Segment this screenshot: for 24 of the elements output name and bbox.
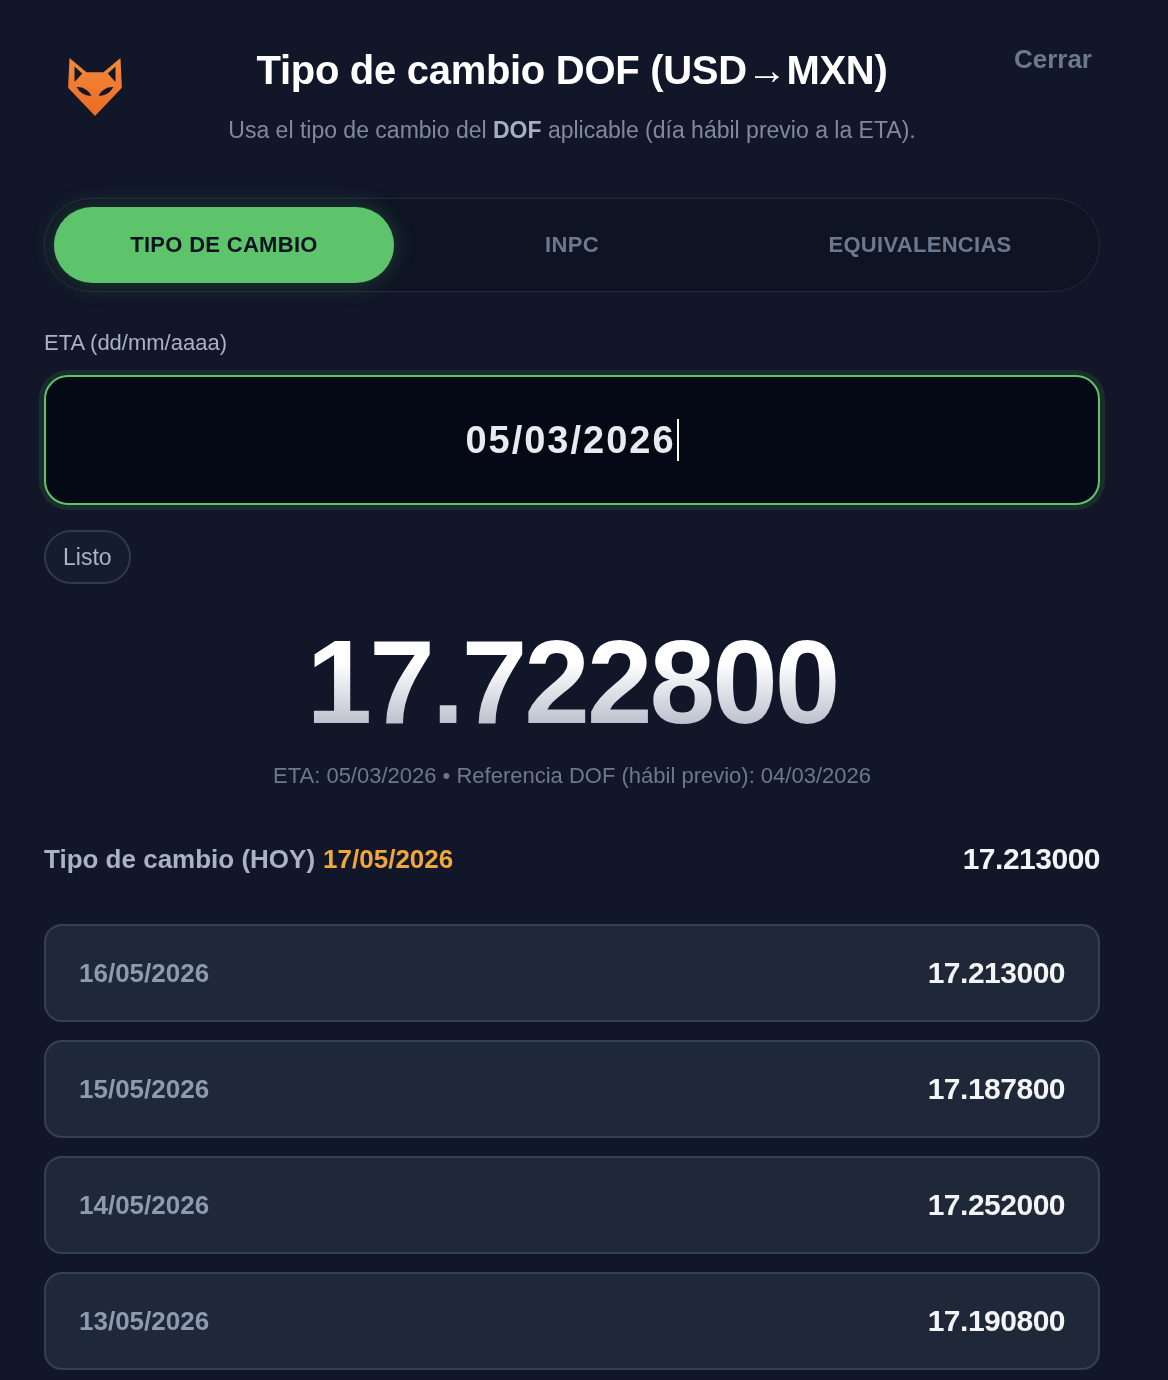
today-rate: 17.213000 (962, 842, 1100, 876)
history-date: 14/05/2026 (79, 1189, 210, 1221)
today-label: Tipo de cambio (HOY) (44, 843, 316, 875)
today-date: 17/05/2026 (323, 843, 454, 875)
date-value: 05/03/2026 (465, 418, 676, 462)
tab[interactable]: INPC (402, 207, 742, 283)
modal-title: Tipo de cambio DOF (USD→MXN) (256, 47, 888, 94)
fox-logo-icon (68, 58, 122, 116)
text-caret-icon (676, 419, 679, 461)
history-rate: 17.252000 (927, 1188, 1065, 1222)
field-label: ETA (dd/mm/aaaa) (44, 330, 228, 356)
history-rate: 17.190800 (927, 1304, 1065, 1338)
done-button[interactable]: Listo (44, 530, 131, 584)
modal-subtitle: Usa el tipo de cambio del DOF aplicable (día hábil previo a la ETA). (228, 116, 916, 144)
history-date: 13/05/2026 (79, 1305, 210, 1337)
history-rate: 17.187800 (927, 1072, 1065, 1106)
date-input-field[interactable]: 05/03/2026 (44, 375, 1100, 505)
reference-note: ETA: 05/03/2026 • Referencia DOF (hábil previo): 04/03/2026 (273, 762, 871, 790)
history-rate: 17.213000 (927, 956, 1065, 990)
history-date: 15/05/2026 (79, 1073, 210, 1105)
history-date: 16/05/2026 (79, 957, 210, 989)
tab[interactable]: TIPO DE CAMBIO (54, 207, 394, 283)
tab[interactable]: EQUIVALENCIAS (750, 207, 1090, 283)
close-button[interactable]: Cerrar (1013, 44, 1092, 74)
